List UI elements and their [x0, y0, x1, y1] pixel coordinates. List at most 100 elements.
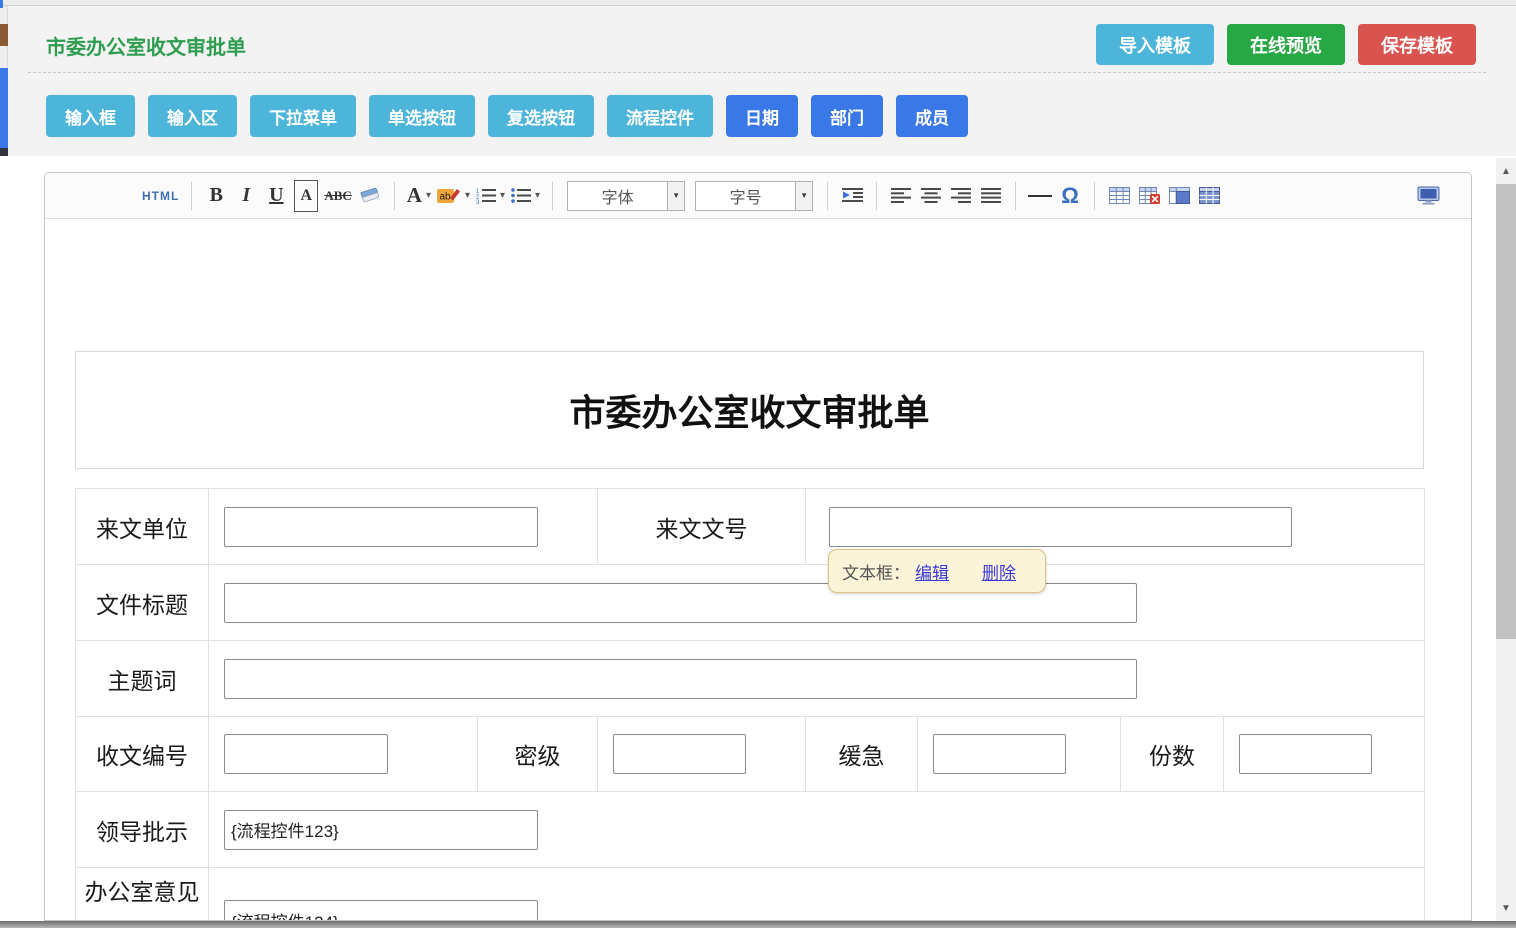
special-character-button[interactable]: Ω — [1058, 180, 1082, 212]
subject-words-input[interactable] — [224, 659, 1137, 699]
urgency-label: 缓急 — [806, 717, 918, 792]
copies-label: 份数 — [1121, 717, 1224, 792]
import-template-button[interactable]: 导入模板 — [1096, 24, 1214, 65]
form-table: 来文单位 来文文号 文件标题 主题词 收文编号 密级 缓急 份数 — [75, 488, 1425, 921]
doc-title-cell — [209, 565, 1425, 641]
insert-table-button[interactable] — [1107, 180, 1131, 212]
editor-document[interactable]: 市委办公室收文审批单 来文单位 来文文号 文件标题 主题词 收文 — [45, 219, 1471, 921]
font-family-select[interactable]: 字体 ▾ — [567, 181, 685, 211]
widget-department-button[interactable]: 部门 — [811, 95, 883, 137]
align-right-icon — [951, 187, 971, 204]
form-title: 市委办公室收文审批单 — [569, 384, 929, 436]
editor-panel: HTML B I U A ABC A ▾ ab ▾ — [44, 172, 1472, 921]
security-level-input[interactable] — [613, 734, 746, 774]
widget-radio-button[interactable]: 单选按钮 — [369, 95, 475, 137]
widget-toolbar: 输入框 输入区 下拉菜单 单选按钮 复选按钮 流程控件 日期 部门 成员 — [46, 95, 968, 137]
font-size-select[interactable]: 字号 ▾ — [695, 181, 813, 211]
cell-properties-button[interactable] — [1197, 180, 1221, 212]
html-source-button[interactable]: HTML — [142, 180, 179, 212]
delete-table-icon — [1139, 187, 1160, 204]
tooltip-label: 文本框： — [842, 559, 910, 584]
justify-button[interactable] — [979, 180, 1003, 212]
online-preview-button[interactable]: 在线预览 — [1227, 24, 1345, 65]
copies-input[interactable] — [1239, 734, 1372, 774]
table-properties-icon — [1169, 187, 1190, 204]
window-bottom-edge — [0, 921, 1516, 928]
indent-button[interactable] — [840, 180, 864, 212]
chevron-down-icon: ▾ — [500, 190, 505, 201]
bold-button[interactable]: B — [204, 180, 228, 212]
chevron-down-icon: ▾ — [465, 190, 470, 201]
copies-cell — [1224, 717, 1425, 792]
scroll-down-arrow[interactable]: ▼ — [1496, 899, 1516, 917]
office-opinion-input[interactable] — [224, 900, 538, 921]
svg-text:3: 3 — [476, 200, 480, 204]
chevron-down-icon: ▾ — [535, 190, 540, 201]
align-center-button[interactable] — [919, 180, 943, 212]
highlight-icon: ab — [437, 186, 461, 205]
font-size-value: 字号 — [696, 182, 795, 210]
security-level-label: 密级 — [478, 717, 598, 792]
widget-checkbox-button[interactable]: 复选按钮 — [488, 95, 594, 137]
widget-member-button[interactable]: 成员 — [896, 95, 968, 137]
receipt-number-label: 收文编号 — [76, 717, 209, 792]
widget-dropdown-button[interactable]: 下拉菜单 — [250, 95, 356, 137]
source-unit-input[interactable] — [224, 507, 538, 547]
window-left-edge — [0, 6, 8, 156]
page-title: 市委办公室收文审批单 — [46, 31, 246, 60]
table-row: 来文单位 来文文号 — [76, 489, 1425, 565]
tooltip-delete-link[interactable]: 删除 — [982, 559, 1016, 584]
header-actions: 导入模板 在线预览 保存模板 — [1096, 24, 1476, 65]
office-opinion-label: 办公室意见 — [76, 868, 209, 922]
subject-words-cell — [209, 641, 1425, 717]
scrollbar-thumb[interactable] — [1496, 184, 1516, 639]
boxed-a-button[interactable]: A — [294, 180, 318, 212]
ordered-list-button[interactable]: 1 2 3 ▾ — [476, 180, 505, 212]
monitor-icon — [1417, 186, 1440, 205]
horizontal-rule-button[interactable] — [1028, 180, 1052, 212]
table-row: 文件标题 — [76, 565, 1425, 641]
font-color-button[interactable]: A ▾ — [407, 180, 431, 212]
security-level-cell — [598, 717, 806, 792]
strikethrough-button[interactable]: ABC — [324, 180, 351, 212]
table-properties-button[interactable] — [1167, 180, 1191, 212]
italic-button[interactable]: I — [234, 180, 258, 212]
doc-number-input[interactable] — [829, 507, 1292, 547]
delete-table-button[interactable] — [1137, 180, 1161, 212]
receipt-number-input[interactable] — [224, 734, 388, 774]
header-divider — [28, 72, 1486, 73]
page-header: 市委办公室收文审批单 导入模板 在线预览 保存模板 输入框 输入区 下拉菜单 单… — [8, 6, 1516, 156]
ordered-list-icon: 1 2 3 — [476, 187, 496, 204]
widget-input-box-button[interactable]: 输入框 — [46, 95, 135, 137]
widget-date-button[interactable]: 日期 — [726, 95, 798, 137]
scroll-up-arrow[interactable]: ▲ — [1496, 162, 1516, 180]
doc-title-label: 文件标题 — [76, 565, 209, 641]
fullscreen-button[interactable] — [1416, 180, 1440, 212]
cell-properties-icon — [1199, 187, 1220, 204]
horizontal-rule-icon — [1028, 195, 1052, 197]
align-right-button[interactable] — [949, 180, 973, 212]
toolbar-separator — [552, 182, 553, 210]
vertical-scrollbar[interactable]: ▲ ▼ — [1496, 158, 1516, 925]
tooltip-edit-link[interactable]: 编辑 — [915, 559, 949, 584]
widget-flow-control-button[interactable]: 流程控件 — [607, 95, 713, 137]
underline-button[interactable]: U — [264, 180, 288, 212]
table-row: 收文编号 密级 缓急 份数 — [76, 717, 1425, 792]
insert-table-icon — [1109, 187, 1130, 204]
leader-instructions-input[interactable] — [224, 810, 538, 850]
remove-format-button[interactable] — [358, 180, 382, 212]
leader-instructions-cell — [209, 792, 1425, 868]
unordered-list-button[interactable]: ▾ — [511, 180, 540, 212]
justify-icon — [981, 187, 1001, 204]
widget-textarea-button[interactable]: 输入区 — [148, 95, 237, 137]
widget-context-tooltip: 文本框： 编辑 删除 — [828, 549, 1046, 593]
align-left-icon — [891, 187, 911, 204]
toolbar-separator — [827, 182, 828, 210]
highlight-color-button[interactable]: ab ▾ — [437, 180, 470, 212]
urgency-input[interactable] — [933, 734, 1066, 774]
toolbar-separator — [394, 182, 395, 210]
table-row: 主题词 — [76, 641, 1425, 717]
align-left-button[interactable] — [889, 180, 913, 212]
toolbar-separator — [1094, 182, 1095, 210]
save-template-button[interactable]: 保存模板 — [1358, 24, 1476, 65]
